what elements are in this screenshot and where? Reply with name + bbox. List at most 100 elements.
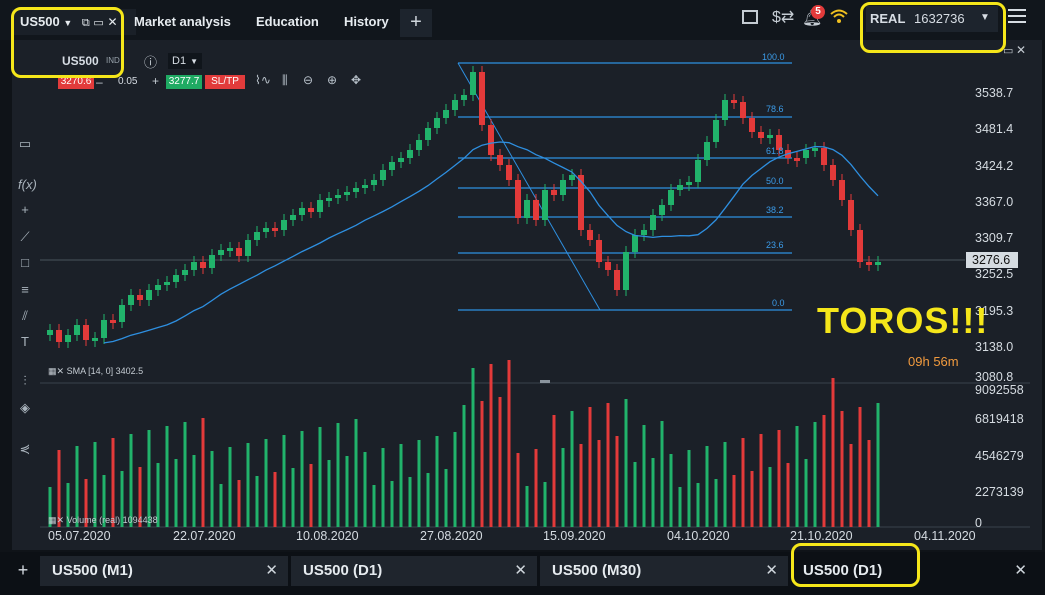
date-tick: 27.08.2020 (420, 529, 483, 543)
add-chart-button[interactable]: + (12, 560, 34, 582)
volume-bar (462, 405, 466, 527)
candle (308, 208, 314, 212)
bottom-tab-1[interactable]: US500 (D1) ✕ (291, 556, 537, 586)
volume-bar (840, 411, 844, 527)
candle (587, 230, 593, 240)
volume-tick: 2273139 (975, 485, 1024, 499)
candle (92, 338, 98, 341)
candle (794, 158, 800, 161)
candle (848, 200, 854, 230)
candle (695, 160, 701, 182)
volume-tick: 4546279 (975, 449, 1024, 463)
candle (560, 180, 566, 195)
candle (227, 248, 233, 251)
volume-bar (228, 447, 232, 527)
price-chart[interactable] (0, 0, 1045, 595)
volume-bar (489, 364, 493, 527)
pane-resize-handle[interactable] (540, 380, 550, 383)
candle (569, 175, 575, 180)
candle (767, 135, 773, 138)
fib-level-label: 0.0 (772, 298, 785, 308)
volume-bar (849, 444, 853, 527)
volume-bar (471, 368, 475, 527)
bottom-tab-0[interactable]: US500 (M1) ✕ (40, 556, 288, 586)
volume-bar (660, 421, 664, 527)
close-icon[interactable]: ✕ (1014, 556, 1027, 586)
candle (722, 100, 728, 120)
candle (146, 290, 152, 300)
volume-legend[interactable]: ▦✕ Volume (real) 1094438 (48, 515, 158, 526)
candle (389, 162, 395, 170)
bottom-tab-label: US500 (M1) (52, 562, 133, 579)
candle (830, 165, 836, 180)
candle (353, 188, 359, 192)
candle (272, 228, 278, 231)
candle (650, 215, 656, 230)
volume-bar (516, 453, 520, 527)
candle (686, 182, 692, 185)
close-icon[interactable]: ✕ (765, 556, 778, 586)
candle (137, 295, 143, 300)
candle (128, 295, 134, 305)
volume-bar (336, 423, 340, 527)
fib-level-label: 50.0 (766, 176, 784, 186)
sma-line (103, 141, 879, 344)
bottom-tab-2[interactable]: US500 (M30) ✕ (540, 556, 788, 586)
date-tick: 15.09.2020 (543, 529, 606, 543)
volume-bar (804, 459, 808, 527)
candle (542, 190, 548, 220)
volume-bar (129, 434, 133, 527)
date-tick: 04.11.2020 (914, 529, 976, 543)
candle (623, 252, 629, 290)
fib-level-label: 100.0 (762, 52, 785, 62)
sma-visibility-icon[interactable]: ▦✕ (48, 366, 64, 376)
sma-legend[interactable]: ▦✕ SMA [14, 0] 3402.5 (48, 366, 143, 377)
volume-bar (867, 440, 871, 527)
volume-bar (669, 454, 673, 527)
candle-countdown: 09h 56m (908, 354, 959, 369)
bottom-tab-label: US500 (D1) (303, 562, 383, 579)
candle (407, 150, 413, 158)
candle (605, 262, 611, 270)
volume-bar (291, 468, 295, 527)
volume-bar (768, 467, 772, 527)
volume-bar (498, 397, 502, 527)
candle (731, 100, 737, 103)
volume-bar (876, 403, 880, 527)
candle (659, 205, 665, 215)
candle (479, 72, 485, 125)
volume-bar (858, 407, 862, 527)
volume-bar (678, 487, 682, 527)
candle (857, 230, 863, 262)
candle (839, 180, 845, 200)
close-icon[interactable]: ✕ (265, 556, 278, 586)
volume-bar (453, 432, 457, 527)
volume-bar (534, 449, 538, 527)
candle (704, 142, 710, 160)
candle (74, 325, 80, 335)
price-tick: 3538.7 (975, 86, 1014, 100)
volume-bar (750, 471, 754, 527)
volume-bar (255, 476, 259, 527)
candle (425, 128, 431, 140)
candle (83, 325, 89, 340)
candle (470, 72, 476, 95)
volume-tick: 6819418 (975, 412, 1024, 426)
volume-bar (831, 378, 835, 527)
candle (524, 200, 530, 218)
volume-bar (264, 439, 268, 527)
candle (200, 262, 206, 268)
volume-bar (561, 448, 565, 527)
candle (110, 320, 116, 323)
volume-bar (624, 399, 628, 527)
volume-bar (165, 426, 169, 527)
volume-visibility-icon[interactable]: ▦✕ (48, 515, 64, 525)
volume-bar (651, 458, 655, 527)
candle (245, 240, 251, 256)
close-icon[interactable]: ✕ (514, 556, 527, 586)
date-tick: 10.08.2020 (296, 529, 359, 543)
candle (362, 185, 368, 188)
candle (713, 120, 719, 142)
annotation-text: TOROS!!! (817, 300, 989, 341)
candle (461, 95, 467, 100)
